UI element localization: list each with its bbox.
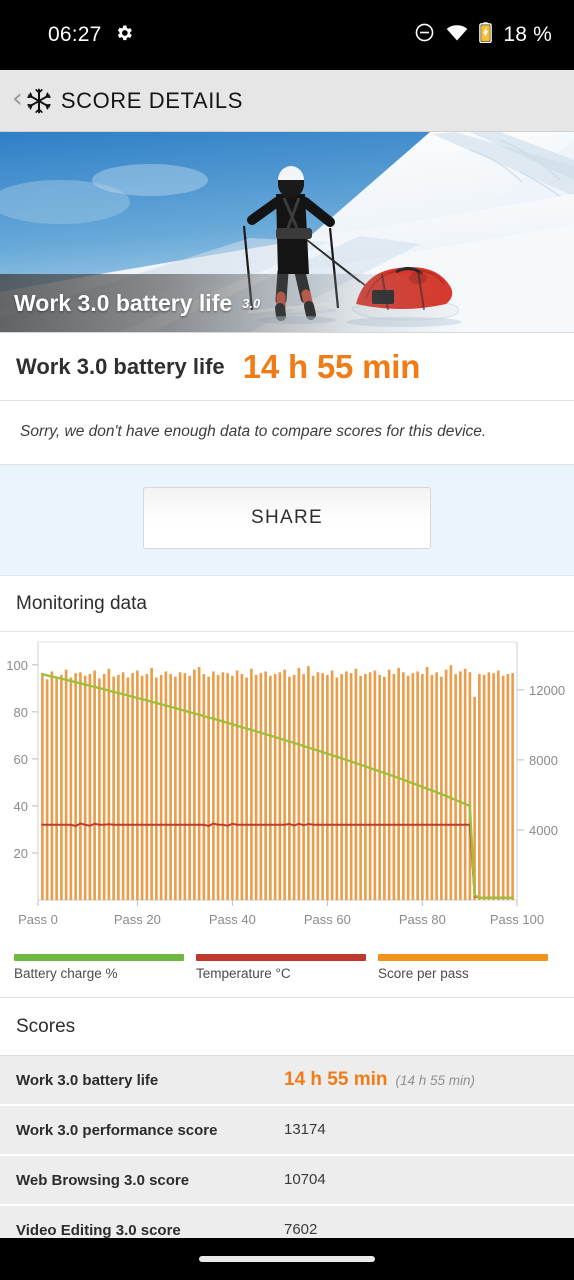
primary-result-value: 14 h 55 min (242, 347, 421, 385)
monitoring-data-card: Monitoring data 20 40 60 80 100 4000 8000 12000… (0, 576, 574, 998)
score-name: Work 3.0 performance score (16, 1121, 218, 1139)
do-not-disturb-icon (414, 22, 435, 48)
chart-legend: Battery charge % Temperature °C Score pe… (0, 942, 574, 997)
legend-swatch-battery (14, 954, 184, 961)
share-button[interactable]: SHARE (143, 487, 431, 549)
app-bar: ‹ SCORE DETAILS (0, 70, 574, 132)
page-title: SCORE DETAILS (60, 87, 244, 113)
score-name: Work 3.0 battery life (16, 1071, 159, 1089)
score-name: Video Editing 3.0 score (16, 1221, 181, 1239)
score-value-cell: 10704 (284, 1171, 326, 1189)
hero-title: Work 3.0 battery life (14, 289, 233, 316)
hero-banner: Work 3.0 battery life 3.0 (0, 132, 574, 333)
score-value-cell: 7602 (284, 1221, 317, 1239)
battery-charging-icon (479, 22, 493, 48)
legend-item-temperature: Temperature °C (196, 954, 378, 981)
svg-text:Pass 80: Pass 80 (399, 912, 446, 927)
svg-text:100: 100 (6, 658, 28, 673)
table-row: Work 3.0 performance score 13174 (0, 1106, 574, 1156)
legend-swatch-score (378, 954, 548, 961)
score-value: 10704 (284, 1171, 326, 1188)
gear-icon (114, 23, 134, 48)
svg-text:20: 20 (14, 846, 28, 861)
monitoring-chart-svg: 20 40 60 80 100 4000 8000 12000 Pass 0 Pass 20 Pas… (6, 641, 565, 927)
legend-label-score: Score per pass (378, 966, 469, 981)
primary-result-row: Work 3.0 battery life 14 h 55 min (0, 333, 574, 401)
home-gesture-pill[interactable] (199, 1256, 375, 1262)
legend-label-battery: Battery charge % (14, 966, 118, 981)
compare-note: Sorry, we don't have enough data to comp… (0, 401, 574, 465)
svg-text:8000: 8000 (529, 753, 558, 768)
primary-result-label: Work 3.0 battery life (16, 353, 225, 379)
monitoring-chart[interactable]: 20 40 60 80 100 4000 8000 12000 Pass 0 Pass 20 Pas… (0, 632, 574, 942)
back-button[interactable]: ‹ (8, 85, 25, 116)
svg-text:Pass 40: Pass 40 (209, 912, 256, 927)
svg-text:60: 60 (14, 752, 28, 767)
monitoring-data-header: Monitoring data (0, 576, 574, 632)
status-bar-right: 18 % (414, 22, 552, 48)
score-value: 7602 (284, 1221, 318, 1238)
svg-text:12000: 12000 (529, 683, 565, 698)
svg-text:Pass 100: Pass 100 (490, 912, 544, 927)
svg-text:4000: 4000 (529, 823, 558, 838)
wifi-icon (446, 24, 468, 47)
svg-text:80: 80 (14, 705, 28, 720)
status-bar: 06:27 18 % (0, 0, 574, 70)
score-value-cell: 13174 (284, 1121, 326, 1139)
score-name: Web Browsing 3.0 score (16, 1171, 190, 1189)
system-nav-bar (0, 1238, 574, 1280)
legend-swatch-temperature (196, 954, 366, 961)
score-value-cell: 14 h 55 min (14 h 55 min) (284, 1069, 475, 1091)
battery-percent-label: 18 % (503, 23, 552, 46)
phone-screen: 06:27 18 % ‹ SCORE DETAILS Work 3.0 batt… (0, 0, 574, 1280)
share-panel: SHARE (0, 465, 574, 576)
table-row: Web Browsing 3.0 score 10704 (0, 1156, 574, 1206)
hero-title-band: Work 3.0 battery life 3.0 (0, 274, 574, 332)
svg-text:Pass 0: Pass 0 (18, 912, 58, 927)
svg-text:40: 40 (14, 799, 28, 814)
score-value: 13174 (284, 1121, 326, 1138)
legend-item-battery: Battery charge % (14, 954, 196, 981)
status-clock: 06:27 (48, 23, 102, 46)
compare-note-text: Sorry, we don't have enough data to comp… (20, 423, 487, 440)
hero-version-label: 3.0 (242, 295, 261, 311)
svg-text:Pass 20: Pass 20 (114, 912, 161, 927)
scores-header: Scores (0, 998, 574, 1056)
status-bar-left: 06:27 (48, 23, 134, 48)
svg-text:Pass 60: Pass 60 (304, 912, 351, 927)
score-value: 14 h 55 min (284, 1069, 388, 1090)
score-value-secondary: (14 h 55 min) (395, 1073, 476, 1088)
legend-item-score: Score per pass (378, 954, 560, 981)
table-row: Work 3.0 battery life 14 h 55 min (14 h 55… (0, 1056, 574, 1106)
snowflake-icon (25, 87, 53, 115)
legend-label-temperature: Temperature °C (196, 966, 291, 981)
